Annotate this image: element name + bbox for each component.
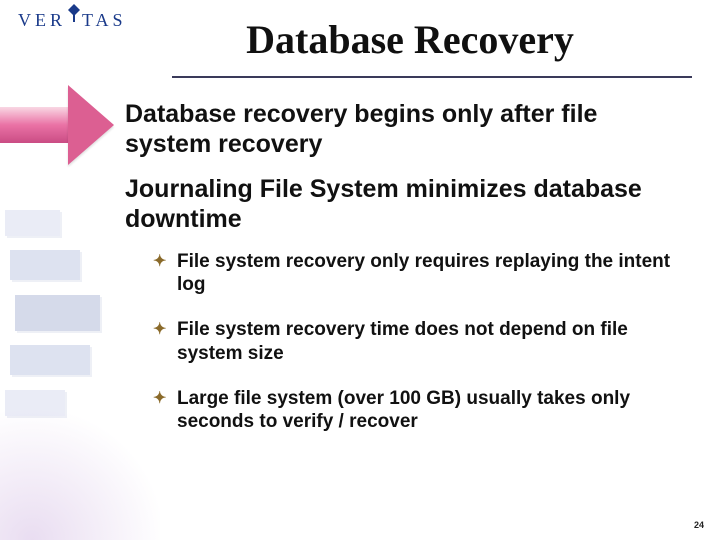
slide-number: 24 xyxy=(694,520,704,530)
logo-mark-icon xyxy=(68,10,80,22)
bullet-icon: ✦ xyxy=(153,252,166,272)
block-graphic xyxy=(0,200,120,460)
list-item: ✦ File system recovery time does not dep… xyxy=(153,318,690,364)
list-item-text: Large file system (over 100 GB) usually … xyxy=(177,388,630,432)
list-item: ✦ Large file system (over 100 GB) usuall… xyxy=(153,387,690,433)
page-title: Database Recovery xyxy=(120,16,700,63)
body-content: Database recovery begins only after file… xyxy=(125,100,690,455)
bullet-icon: ✦ xyxy=(153,389,166,409)
bullet-icon: ✦ xyxy=(153,320,166,340)
arrow-graphic xyxy=(0,85,120,165)
list-item: ✦ File system recovery only requires rep… xyxy=(153,250,690,296)
decorative-art xyxy=(0,0,120,540)
lead-paragraph: Database recovery begins only after file… xyxy=(125,100,690,159)
list-item-text: File system recovery time does not depen… xyxy=(177,319,628,363)
list-item-text: File system recovery only requires repla… xyxy=(177,251,670,295)
lead-paragraph: Journaling File System minimizes databas… xyxy=(125,175,690,234)
logo-text-pre: VER xyxy=(18,10,66,30)
bullet-list: ✦ File system recovery only requires rep… xyxy=(125,250,690,433)
slide: VERTAS Database Recovery Database recove… xyxy=(0,0,720,540)
title-underline xyxy=(172,76,692,78)
brand-logo: VERTAS xyxy=(18,10,127,31)
